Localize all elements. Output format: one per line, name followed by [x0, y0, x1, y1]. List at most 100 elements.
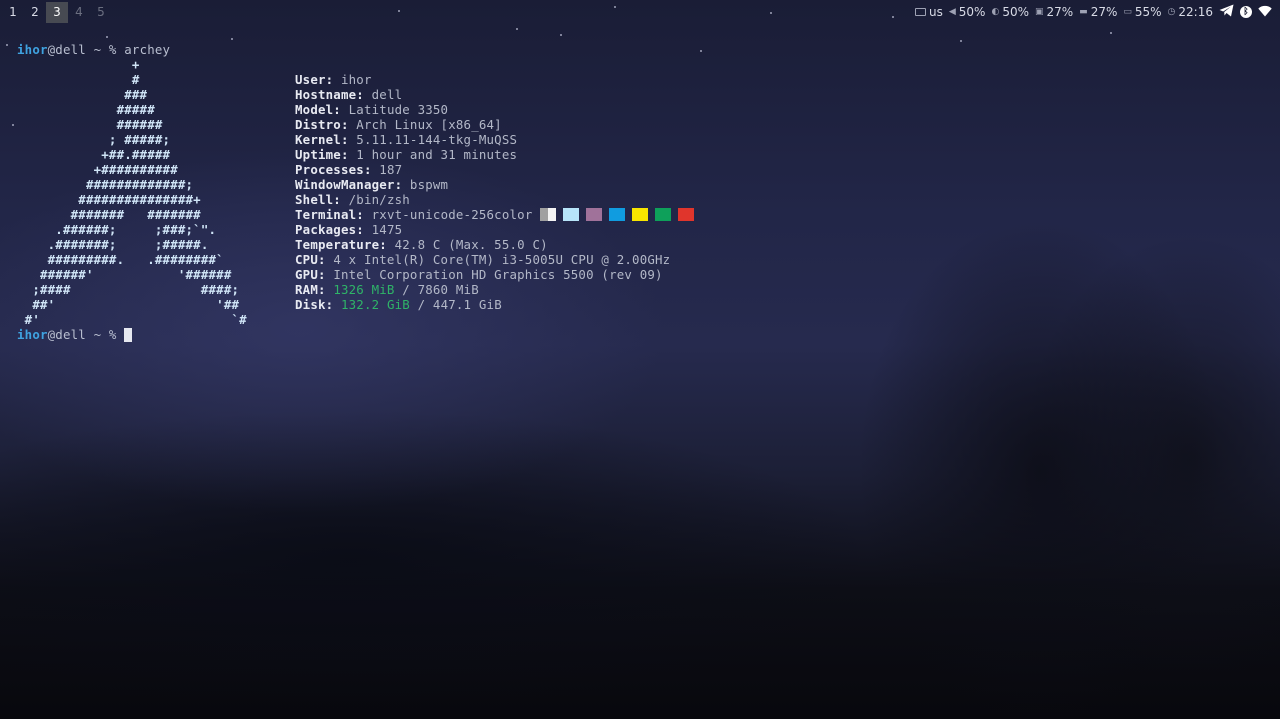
info-model: Model: Latitude 3350 — [295, 102, 701, 117]
info-key: Temperature: — [295, 237, 387, 252]
brightness-icon: ◐ — [991, 7, 1000, 17]
clock-icon: ◷ — [1167, 7, 1176, 17]
info-value: 1 hour and 31 minutes — [356, 147, 518, 162]
info-disk: Disk: 132.2 GiB / 447.1 GiB — [295, 297, 701, 312]
logo-line: +########## — [17, 162, 178, 177]
system-info: User: ihor Hostname: dell Model: Latitud… — [295, 72, 701, 312]
info-key: Disk: — [295, 297, 334, 312]
battery-value: 55% — [1134, 5, 1162, 19]
terminal-window[interactable]: ihor@dell ~ % archey + # ### ##### #####… — [17, 42, 695, 342]
brightness-indicator[interactable]: ◐ 50% — [991, 5, 1029, 19]
keyboard-icon — [915, 8, 926, 16]
ram-total: / 7860 MiB — [394, 282, 479, 297]
star — [6, 44, 8, 46]
info-value: Arch Linux [x86_64] — [356, 117, 502, 132]
logo-line: ##### — [17, 102, 155, 117]
logo-line: ######' '###### — [17, 267, 232, 282]
color-swatch — [563, 208, 580, 221]
logo-line: ####### ####### — [17, 207, 201, 222]
star — [700, 50, 702, 52]
bluetooth-icon[interactable]: ᛒ — [1240, 6, 1252, 18]
info-cpu: CPU: 4 x Intel(R) Core(TM) i3-5005U CPU … — [295, 252, 701, 267]
info-shell: Shell: /bin/zsh — [295, 192, 701, 207]
star — [516, 28, 518, 30]
disk-used: 132.2 GiB — [340, 297, 410, 312]
cpu-icon: ▣ — [1034, 7, 1044, 17]
logo-line: ###### — [17, 117, 163, 132]
info-processes: Processes: 187 — [295, 162, 701, 177]
info-key: Packages: — [295, 222, 364, 237]
color-palette — [540, 208, 701, 224]
info-value: bspwm — [409, 177, 449, 192]
volume-icon: ◀ — [948, 7, 956, 17]
workspace-5[interactable]: 5 — [90, 2, 112, 23]
logo-line: .######; ;###;`". — [17, 222, 217, 237]
workspace-3[interactable]: 3 — [46, 2, 68, 23]
info-key: Shell: — [295, 192, 341, 207]
info-gpu: GPU: Intel Corporation HD Graphics 5500 … — [295, 267, 701, 282]
info-hostname: Hostname: dell — [295, 87, 701, 102]
prompt-host: @dell ~ % — [47, 42, 125, 57]
wifi-icon[interactable] — [1258, 5, 1272, 20]
prompt-user: ihor — [17, 42, 48, 57]
info-value: 187 — [379, 162, 403, 177]
info-terminal: Terminal: rxvt-unicode-256color — [295, 207, 701, 222]
telegram-icon[interactable] — [1219, 4, 1234, 20]
info-key: Processes: — [295, 162, 372, 177]
logo-line: ; #####; — [17, 132, 171, 147]
logo-line: ### — [17, 87, 148, 102]
prompt-host: @dell ~ % — [47, 327, 125, 342]
workspace-2[interactable]: 2 — [24, 2, 46, 23]
star — [12, 124, 14, 126]
star — [1110, 32, 1112, 34]
color-swatch — [609, 208, 626, 221]
workspace-switcher: 1 2 3 4 5 — [2, 2, 112, 23]
info-window-manager: WindowManager: bspwm — [295, 177, 701, 192]
info-key: CPU: — [295, 252, 326, 267]
info-key: Distro: — [295, 117, 349, 132]
prompt-user: ihor — [17, 327, 48, 342]
status-area: us ◀ 50% ◐ 50% ▣ 27% ▬ 27% ▭ 55% ◷ 22:16… — [909, 3, 1272, 21]
logo-line: #' `# — [17, 312, 247, 327]
info-distro: Distro: Arch Linux [x86_64] — [295, 117, 701, 132]
keyboard-layout[interactable]: us — [915, 5, 943, 19]
info-kernel: Kernel: 5.11.11-144-tkg-MuQSS — [295, 132, 701, 147]
arch-logo: + # ### ##### ###### ; #####; +##.##### … — [17, 57, 247, 327]
info-key: Terminal: — [295, 207, 364, 222]
logo-line: ##' '## — [17, 297, 240, 312]
logo-line: #########. .########` — [17, 252, 224, 267]
volume-indicator[interactable]: ◀ 50% — [949, 5, 986, 19]
info-key: Uptime: — [295, 147, 349, 162]
logo-line: # — [17, 72, 140, 87]
star — [231, 38, 233, 40]
workspace-4[interactable]: 4 — [68, 2, 90, 23]
logo-line: #############; — [17, 177, 194, 192]
info-value: 42.8 C (Max. 55.0 C) — [394, 237, 548, 252]
clock[interactable]: ◷ 22:16 — [1168, 5, 1213, 19]
color-swatch — [655, 208, 672, 221]
color-swatch — [586, 208, 603, 221]
info-key: User: — [295, 72, 334, 87]
info-value: 4 x Intel(R) Core(TM) i3-5005U CPU @ 2.0… — [333, 252, 671, 267]
clock-time: 22:16 — [1178, 5, 1213, 19]
info-key: GPU: — [295, 267, 326, 282]
color-swatch — [540, 208, 557, 221]
workspace-1[interactable]: 1 — [2, 2, 24, 23]
info-key: Kernel: — [295, 132, 349, 147]
battery-indicator: ▭ 55% — [1123, 5, 1161, 19]
battery-icon: ▭ — [1123, 7, 1132, 17]
prompt-line: ihor@dell ~ % archey — [17, 42, 170, 57]
logo-line: +##.##### — [17, 147, 171, 162]
info-user: User: ihor — [295, 72, 701, 87]
info-value: rxvt-unicode-256color — [371, 207, 533, 222]
star — [560, 34, 562, 36]
volume-value: 50% — [958, 5, 986, 19]
info-ram: RAM: 1326 MiB / 7860 MiB — [295, 282, 701, 297]
memory-indicator: ▬ 27% — [1079, 5, 1117, 19]
info-value: 5.11.11-144-tkg-MuQSS — [356, 132, 518, 147]
memory-icon: ▬ — [1079, 7, 1088, 17]
info-value: Latitude 3350 — [348, 102, 449, 117]
cpu-indicator: ▣ 27% — [1035, 5, 1073, 19]
logo-line: ;#### ####; — [17, 282, 240, 297]
info-key: Hostname: — [295, 87, 364, 102]
